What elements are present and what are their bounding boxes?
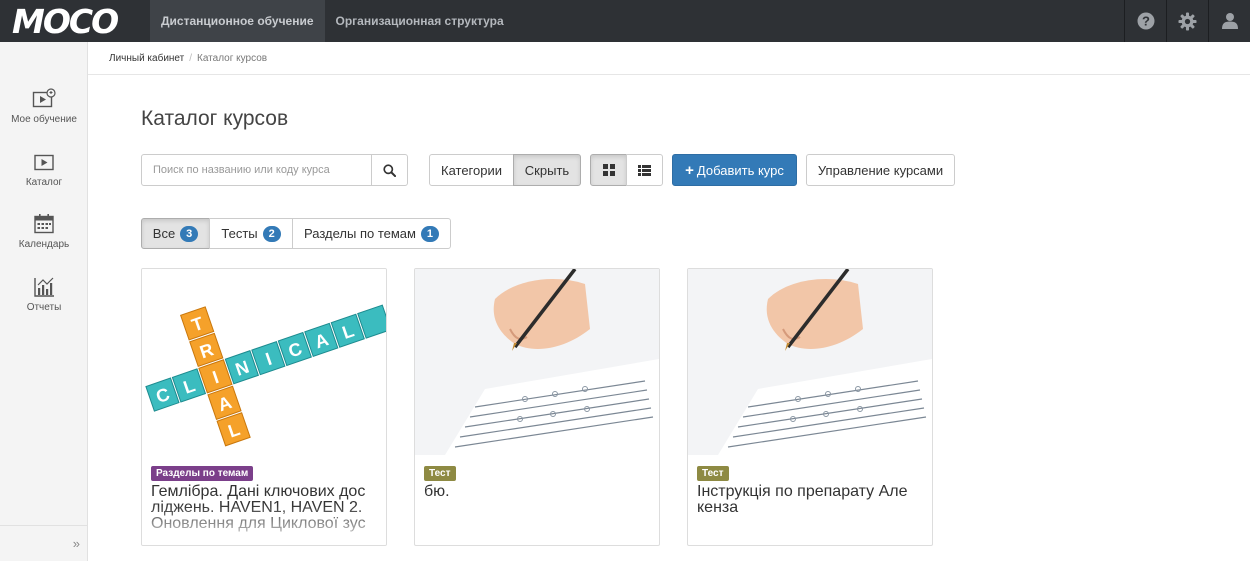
filter-label: Разделы по темам <box>304 226 416 241</box>
count-badge: 2 <box>262 225 281 242</box>
calendar-icon <box>34 214 54 234</box>
sidebar-item-label: Отчеты <box>26 302 62 313</box>
count-badge: 1 <box>420 225 439 242</box>
course-card[interactable]: CLN ICAL TRI AL Разделы по темам Гемлібр… <box>141 268 387 546</box>
filter-tests-tab[interactable]: Тесты 2 <box>209 218 293 249</box>
text-fade <box>142 505 386 545</box>
hand-writing-test-image <box>415 269 659 455</box>
filter-all-tab[interactable]: Все 3 <box>141 218 210 249</box>
reports-icon <box>34 277 54 297</box>
breadcrumb: Личный кабинет / Каталог курсов <box>88 42 1250 75</box>
breadcrumb-separator: / <box>189 52 193 64</box>
course-card[interactable]: Тест бю. <box>414 268 660 546</box>
search-button[interactable] <box>371 155 407 185</box>
breadcrumb-home-link[interactable]: Личный кабинет <box>109 53 184 64</box>
nav-org-structure[interactable]: Организационная структура <box>325 0 515 42</box>
nav-distance-learning[interactable]: Дистанционное обучение <box>150 0 325 42</box>
count-badge: 3 <box>180 225 199 242</box>
top-navbar: MOCO Дистанционное обучение Организацион… <box>0 0 1250 42</box>
svg-text:?: ? <box>1142 14 1150 29</box>
search-icon <box>383 163 396 177</box>
add-course-label: Добавить курс <box>696 162 784 178</box>
course-type-badge: Разделы по темам <box>151 466 254 481</box>
sidebar-item-reports[interactable]: Отчеты <box>0 276 88 313</box>
help-icon[interactable]: ? <box>1124 0 1166 42</box>
sidebar-item-catalog[interactable]: Каталог <box>0 153 88 188</box>
user-icon[interactable] <box>1208 0 1250 42</box>
course-type-badge: Тест <box>424 466 456 481</box>
my-learning-icon <box>32 88 56 108</box>
search-input[interactable] <box>142 155 371 185</box>
add-course-button[interactable]: + Добавить курс <box>672 154 797 186</box>
course-title[interactable]: Інструкція по препарату Але кенза <box>697 484 925 516</box>
grid-view-button[interactable] <box>590 154 627 186</box>
filter-sections-tab[interactable]: Разделы по темам 1 <box>292 218 451 249</box>
grid-view-icon <box>602 164 615 176</box>
hide-categories-button[interactable]: Скрыть <box>513 154 581 186</box>
sidebar: Мое обучение Каталог Календарь Отчеты » <box>0 42 88 561</box>
clinical-trial-image: CLN ICAL TRI AL <box>142 269 386 455</box>
moco-logo[interactable]: MOCO <box>0 0 150 42</box>
manage-courses-button[interactable]: Управление курсами <box>806 154 955 186</box>
categories-button[interactable]: Категории <box>429 154 514 186</box>
hand-writing-test-image <box>688 269 932 455</box>
page-title: Каталог курсов <box>141 107 289 130</box>
search-box <box>141 154 408 186</box>
course-type-badge: Тест <box>697 466 729 481</box>
double-chevron-right-icon: » <box>72 536 80 551</box>
sidebar-collapse-button[interactable]: » <box>0 525 88 561</box>
list-view-icon <box>638 164 651 176</box>
course-title[interactable]: бю. <box>424 484 652 500</box>
breadcrumb-current: Каталог курсов <box>197 52 268 64</box>
course-card[interactable]: Тест Інструкція по препарату Але кенза <box>687 268 933 546</box>
list-view-button[interactable] <box>626 154 663 186</box>
plus-icon: + <box>685 161 694 179</box>
sidebar-item-label: Календарь <box>18 239 70 250</box>
sidebar-item-my-learning[interactable]: Мое обучение <box>0 88 88 125</box>
sidebar-item-calendar[interactable]: Календарь <box>0 213 88 250</box>
catalog-icon <box>34 154 54 171</box>
filter-label: Все <box>152 226 176 241</box>
filter-label: Тесты <box>221 226 258 241</box>
sidebar-item-label: Мое обучение <box>11 114 77 125</box>
gear-icon[interactable] <box>1166 0 1208 42</box>
sidebar-item-label: Каталог <box>25 177 63 188</box>
